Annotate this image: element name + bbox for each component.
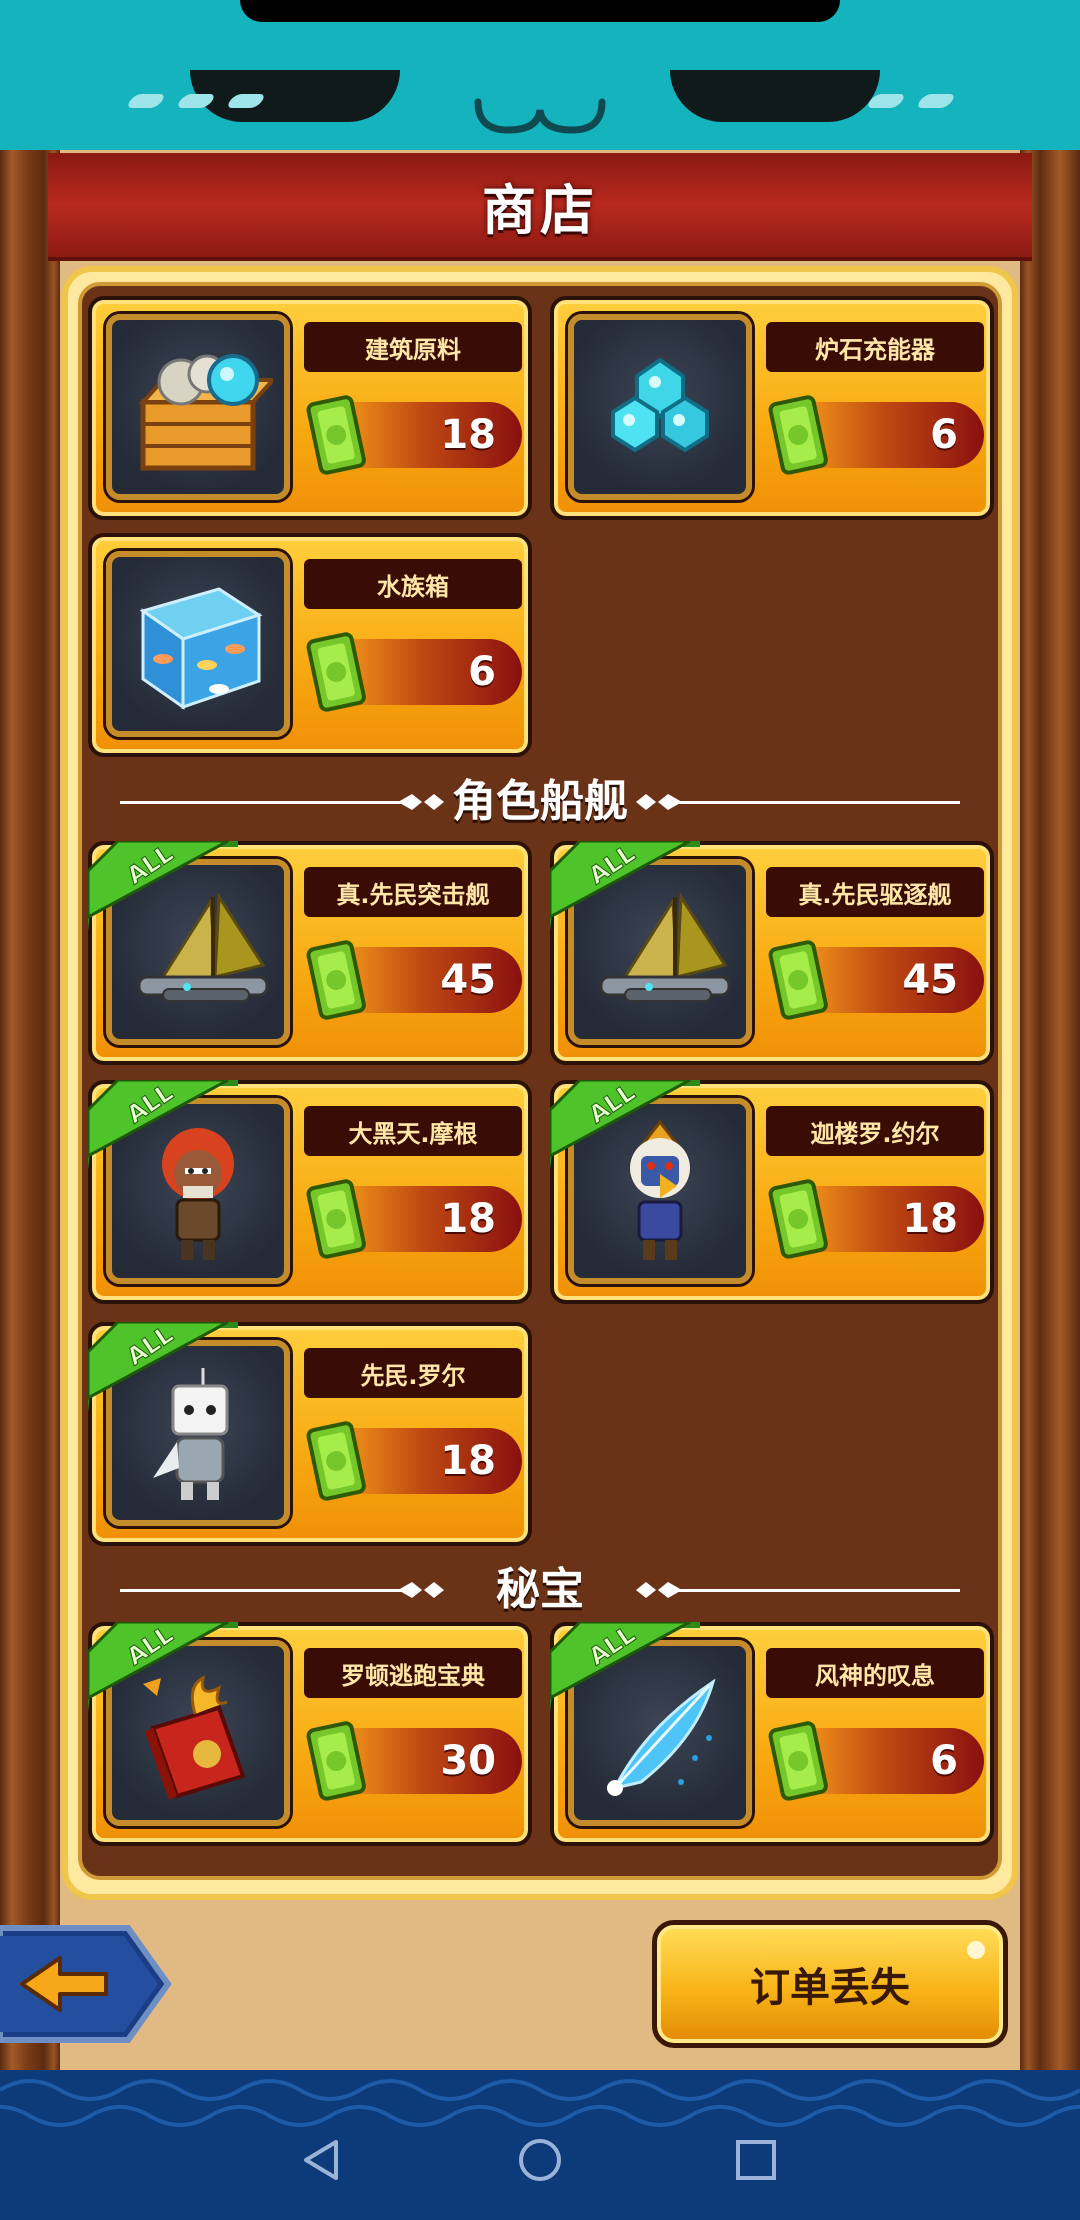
- all-badge: ALL: [88, 841, 238, 931]
- cash-icon: [306, 940, 366, 1020]
- shop-item-card[interactable]: ALL 风神的叹息 6: [550, 1622, 994, 1846]
- item-price: 30: [440, 1738, 496, 1784]
- shop-item-card[interactable]: 炉石充能器 6: [550, 296, 994, 520]
- shop-item-card[interactable]: ALL 真.先民驱逐舰 45: [550, 841, 994, 1065]
- cash-icon: [306, 1721, 366, 1801]
- mascot-right-eye: [670, 70, 880, 122]
- page-title: 商店: [482, 178, 598, 242]
- order-lost-button[interactable]: 订单丢失: [652, 1920, 1008, 2048]
- item-price: 18: [440, 1196, 496, 1242]
- shop-item-card[interactable]: 建筑原料 18: [88, 296, 532, 520]
- cash-icon: [306, 1421, 366, 1501]
- item-thumbnail: [568, 314, 752, 500]
- title-banner: 商店: [48, 153, 1032, 261]
- mascot-left-eye: [190, 70, 400, 122]
- cash-icon: [768, 1179, 828, 1259]
- system-nav-bar: [0, 2100, 1080, 2220]
- shop-item-card[interactable]: ALL 大黑天.摩根 18: [88, 1080, 532, 1304]
- item-name: 水族箱: [304, 559, 522, 609]
- item-name: 炉石充能器: [766, 322, 984, 372]
- item-name: 建筑原料: [304, 322, 522, 372]
- building-materials-crate-icon: [138, 354, 273, 471]
- camera-notch: [240, 0, 840, 22]
- cash-icon: [768, 1721, 828, 1801]
- fish-tank-icon: [139, 587, 263, 710]
- cash-icon: [768, 395, 828, 475]
- nav-back-icon[interactable]: [290, 2128, 354, 2192]
- shop-item-card[interactable]: ALL 先民.罗尔 18: [88, 1322, 532, 1546]
- shop-item-card[interactable]: ALL 迦楼罗.约尔 18: [550, 1080, 994, 1304]
- order-lost-label: 订单丢失: [750, 1965, 910, 2011]
- item-price: 45: [902, 957, 958, 1003]
- item-name: 大黑天.摩根: [304, 1106, 522, 1156]
- shop-item-card[interactable]: ALL 真.先民突击舰 45: [88, 841, 532, 1065]
- item-price: 6: [930, 1738, 958, 1784]
- nav-home-icon[interactable]: [508, 2128, 572, 2192]
- item-price: 6: [930, 412, 958, 458]
- back-button[interactable]: [0, 1922, 172, 2046]
- item-name: 罗顿逃跑宝典: [304, 1648, 522, 1698]
- item-name: 先民.罗尔: [304, 1348, 522, 1398]
- item-price: 18: [440, 1438, 496, 1484]
- item-price: 18: [902, 1196, 958, 1242]
- shop-item-card[interactable]: ALL 罗顿逃跑宝典 30: [88, 1622, 532, 1846]
- shop-item-card[interactable]: 水族箱 6: [88, 533, 532, 757]
- item-price: 6: [468, 649, 496, 695]
- mascot-mouth: [474, 98, 606, 134]
- mascot-header: [0, 0, 1080, 150]
- nav-recents-icon[interactable]: [724, 2128, 788, 2192]
- all-badge: ALL: [550, 1622, 700, 1712]
- all-badge: ALL: [550, 841, 700, 931]
- cash-icon: [768, 940, 828, 1020]
- item-price: 18: [440, 412, 496, 458]
- item-name: 真.先民突击舰: [304, 867, 522, 917]
- item-name: 风神的叹息: [766, 1648, 984, 1698]
- all-badge: ALL: [550, 1080, 700, 1170]
- item-name: 迦楼罗.约尔: [766, 1106, 984, 1156]
- item-name: 真.先民驱逐舰: [766, 867, 984, 917]
- blush-stripe: [125, 94, 167, 108]
- all-badge: ALL: [88, 1080, 238, 1170]
- item-thumbnail: [106, 314, 290, 500]
- button-shine: [967, 1941, 985, 1959]
- cash-icon: [306, 1179, 366, 1259]
- all-badge: ALL: [88, 1622, 238, 1712]
- all-badge: ALL: [88, 1322, 238, 1412]
- blush-stripe: [915, 94, 957, 108]
- cash-icon: [306, 395, 366, 475]
- blue-crystals-icon: [611, 357, 709, 453]
- item-price: 45: [440, 957, 496, 1003]
- cash-icon: [306, 632, 366, 712]
- section-divider-characters: 角色船舰: [120, 772, 960, 832]
- item-thumbnail: [106, 551, 290, 737]
- section-divider-treasures: 秘宝: [120, 1560, 960, 1620]
